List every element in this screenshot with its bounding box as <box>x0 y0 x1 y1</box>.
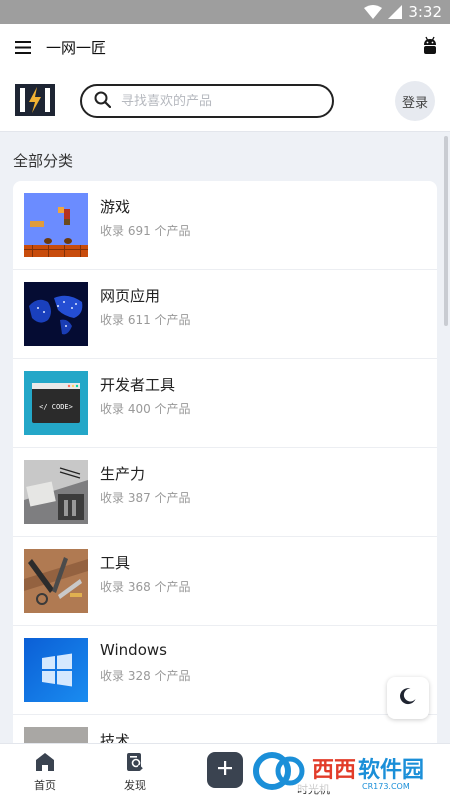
section-title: 全部分类 <box>13 152 74 170</box>
category-count: 收录 611 个产品 <box>100 313 191 327</box>
search-box[interactable] <box>80 84 334 118</box>
web-apps-thumbnail <box>24 282 88 346</box>
search-icon <box>94 91 112 112</box>
search-header: 登录 <box>0 70 450 132</box>
category-item-tools[interactable]: 工具 收录 368 个产品 <box>13 537 437 626</box>
code-label: </ CODE> <box>39 403 73 411</box>
category-item-developer-tools[interactable]: </ CODE> 开发者工具 收录 400 个产品 <box>13 359 437 448</box>
category-count: 收录 328 个产品 <box>100 669 191 683</box>
nav-home[interactable]: 首页 <box>15 744 75 800</box>
category-count: 收录 387 个产品 <box>100 491 191 505</box>
status-time: 3:32 <box>408 3 442 21</box>
signal-icon <box>388 5 403 19</box>
wifi-icon <box>364 5 383 19</box>
nav-home-label: 首页 <box>34 779 56 792</box>
category-count: 收录 691 个产品 <box>100 224 191 238</box>
watermark-logo: 西西 软件园 CR173.COM <box>250 747 432 795</box>
category-count: 收录 368 个产品 <box>100 580 191 594</box>
productivity-thumbnail <box>24 460 88 524</box>
login-button[interactable]: 登录 <box>395 81 435 121</box>
category-count: 收录 400 个产品 <box>100 402 191 416</box>
category-item-games[interactable]: 游戏 收录 691 个产品 <box>13 181 437 270</box>
category-name: 游戏 <box>100 198 131 216</box>
category-item-productivity[interactable]: 生产力 收录 387 个产品 <box>13 448 437 537</box>
dark-mode-toggle[interactable] <box>387 677 429 719</box>
category-list: 游戏 收录 691 个产品 网页应用 收录 611 个产品 </ CODE> 开… <box>13 181 437 781</box>
scrollbar[interactable] <box>444 136 448 326</box>
svg-text:软件园: 软件园 <box>358 757 424 783</box>
category-name: Windows <box>100 641 167 659</box>
app-bar: 一网一匠 <box>0 24 450 70</box>
android-icon[interactable] <box>422 36 438 60</box>
tools-thumbnail <box>24 549 88 613</box>
svg-text:CR173.COM: CR173.COM <box>362 782 410 791</box>
category-item-windows[interactable]: Windows 收录 328 个产品 <box>13 626 437 715</box>
developer-tools-thumbnail: </ CODE> <box>24 371 88 435</box>
add-button[interactable] <box>207 752 243 788</box>
nav-discover[interactable]: 发现 <box>105 744 165 800</box>
search-input[interactable] <box>121 93 311 109</box>
menu-icon[interactable] <box>0 24 46 70</box>
app-logo <box>15 84 55 116</box>
category-name: 生产力 <box>100 465 146 483</box>
app-title: 一网一匠 <box>46 38 107 57</box>
nav-discover-label: 发现 <box>124 779 146 792</box>
status-icons: 3:32 <box>364 3 442 21</box>
windows-thumbnail <box>24 638 88 702</box>
status-bar: 3:32 <box>0 0 450 24</box>
category-name: 开发者工具 <box>100 376 176 394</box>
plus-icon <box>217 760 233 780</box>
games-thumbnail <box>24 193 88 257</box>
category-name: 工具 <box>100 554 131 572</box>
category-name: 网页应用 <box>100 287 161 305</box>
discover-icon <box>125 752 145 776</box>
svg-text:西西: 西西 <box>312 758 356 783</box>
home-icon <box>35 752 55 776</box>
category-item-web-apps[interactable]: 网页应用 收录 611 个产品 <box>13 270 437 359</box>
moon-icon <box>399 687 417 709</box>
